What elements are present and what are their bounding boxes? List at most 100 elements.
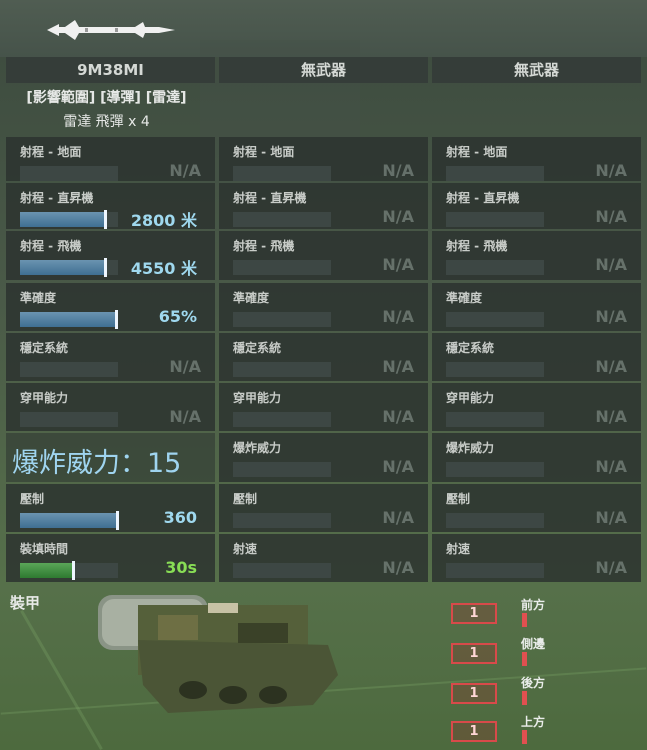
stat-cell: 壓制 N/A	[432, 484, 641, 532]
column-title: 無武器	[432, 57, 641, 83]
stat-value: N/A	[595, 457, 627, 476]
stat-cell: 射程 - 飛機 4550 米	[6, 231, 215, 280]
stat-cell: 穩定系統 N/A	[432, 333, 641, 381]
stat-label: 準確度	[233, 291, 270, 305]
stat-label: 射程 - 直昇機	[446, 191, 520, 205]
stat-bar	[20, 310, 119, 329]
stat-bar-tip	[71, 561, 75, 580]
stat-cell: 穿甲能力 N/A	[432, 383, 641, 431]
armor-value-box: 1	[451, 683, 497, 704]
stat-bar-fill	[20, 212, 107, 227]
stat-value: N/A	[595, 161, 627, 180]
stat-label: 射程 - 地面	[20, 145, 82, 159]
stat-bar-tip	[104, 258, 108, 277]
stat-value: 2800 米	[130, 211, 197, 230]
stat-cell: 壓制 N/A	[219, 484, 428, 532]
armor-level-pip	[522, 652, 527, 666]
stat-label: 裝填時間	[20, 542, 69, 556]
stat-value: N/A	[382, 307, 414, 326]
stat-bar	[233, 563, 331, 578]
stat-bar-fill	[20, 513, 118, 528]
stat-bar	[446, 412, 544, 427]
stat-label: 射程 - 地面	[446, 145, 508, 159]
weapon-tags: [影響範圍] [導彈] [雷達]	[26, 90, 187, 106]
stat-bar-tip	[104, 210, 108, 229]
stat-bar-fill	[20, 563, 74, 578]
stat-label: 準確度	[446, 291, 483, 305]
stat-value: N/A	[169, 357, 201, 376]
stat-cell: 射程 - 地面 N/A	[432, 137, 641, 181]
armor-side-label: 上方	[521, 715, 546, 729]
stat-label: 射程 - 飛機	[233, 239, 295, 253]
stat-cell: 穩定系統 N/A	[219, 333, 428, 381]
stat-label: 爆炸威力	[446, 441, 495, 455]
stat-bar	[233, 166, 331, 181]
stat-label: 穩定系統	[446, 341, 495, 355]
armor-label: 裝甲	[10, 594, 41, 612]
stat-bar	[233, 312, 331, 327]
stat-bar	[20, 561, 118, 580]
stat-value: N/A	[382, 407, 414, 426]
stat-value: 360	[163, 508, 197, 527]
stat-value: 30s	[165, 558, 197, 577]
stat-cell: 射程 - 直昇機 N/A	[219, 183, 428, 229]
stat-bar	[20, 258, 118, 277]
stat-label: 穩定系統	[20, 341, 69, 355]
stat-bar-tip	[115, 310, 119, 329]
stat-label: 射程 - 直昇機	[20, 191, 94, 205]
stat-value: N/A	[595, 558, 627, 577]
stat-cell: 射程 - 地面 N/A	[219, 137, 428, 181]
armor-side-label: 前方	[521, 598, 546, 612]
stat-bar	[446, 462, 544, 477]
stat-cell: 射程 - 直昇機 N/A	[432, 183, 641, 229]
stat-cell: 準確度 65%	[6, 283, 215, 331]
explosion-power-label: 爆炸威力：15	[12, 448, 182, 479]
stat-bar	[233, 412, 331, 427]
stat-cell: 射程 - 飛機 N/A	[219, 231, 428, 280]
stat-value: 4550 米	[130, 259, 197, 278]
stat-label: 射程 - 飛機	[446, 239, 508, 253]
stat-cell: 準確度 N/A	[219, 283, 428, 331]
armor-value-box: 1	[451, 721, 497, 742]
stat-bar	[20, 210, 118, 229]
stat-cell: 穿甲能力 N/A	[6, 383, 215, 431]
stat-cell: 爆炸威力：15	[6, 433, 215, 482]
stat-label: 射程 - 飛機	[20, 239, 82, 253]
stat-cell: 穿甲能力 N/A	[219, 383, 428, 431]
armor-side-label: 後方	[521, 676, 546, 690]
stat-value: N/A	[382, 558, 414, 577]
stat-bar	[20, 511, 119, 530]
stat-bar-fill	[20, 260, 107, 275]
stat-label: 射速	[233, 542, 258, 556]
stat-bar	[446, 312, 544, 327]
stat-cell: 爆炸威力 N/A	[432, 433, 641, 482]
stat-bar	[20, 166, 118, 181]
stat-value: N/A	[595, 307, 627, 326]
stat-bar	[446, 260, 544, 275]
column-title: 無武器	[219, 57, 428, 83]
stat-label: 準確度	[20, 291, 57, 305]
stat-label: 壓制	[20, 492, 45, 506]
stat-cell: 射速 N/A	[219, 534, 428, 582]
stat-bar	[446, 166, 544, 181]
stat-label: 射程 - 地面	[233, 145, 295, 159]
stat-value: N/A	[382, 161, 414, 180]
stat-bar-tip	[116, 511, 119, 530]
stat-value: N/A	[169, 161, 201, 180]
stat-value: N/A	[382, 457, 414, 476]
stat-label: 穩定系統	[233, 341, 282, 355]
stat-cell: 射速 N/A	[432, 534, 641, 582]
stat-cell: 穩定系統 N/A	[6, 333, 215, 381]
stat-bar	[233, 260, 331, 275]
stat-label: 爆炸威力	[233, 441, 282, 455]
stat-bar-fill	[20, 312, 118, 327]
stat-value: N/A	[382, 357, 414, 376]
stat-bar	[20, 412, 118, 427]
stat-cell: 射程 - 地面 N/A	[6, 137, 215, 181]
column-title: 9M38MI	[6, 57, 215, 83]
tank-image	[98, 595, 338, 713]
missile-icon	[47, 20, 175, 40]
stat-label: 射速	[446, 542, 471, 556]
stat-bar	[446, 362, 544, 377]
stat-value: N/A	[595, 357, 627, 376]
